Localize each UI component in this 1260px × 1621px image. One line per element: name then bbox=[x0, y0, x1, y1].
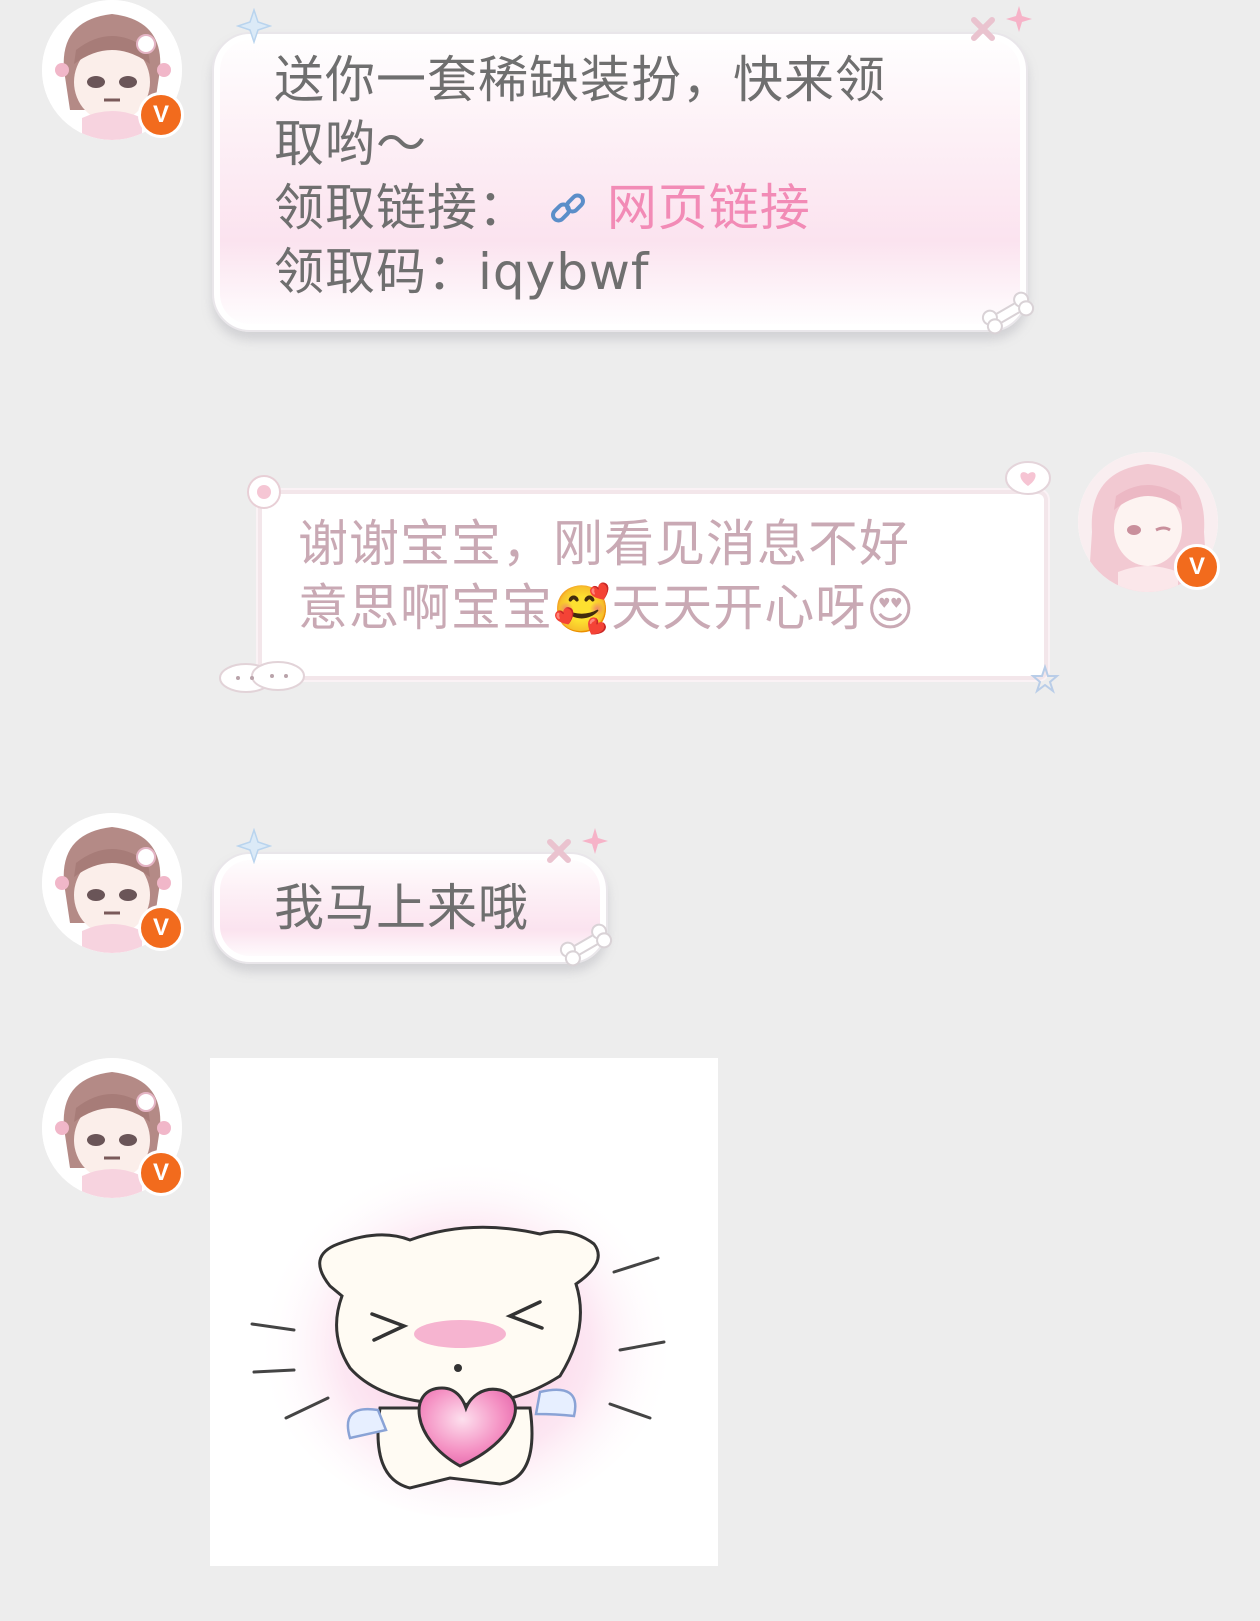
verified-v-badge-icon: V bbox=[1174, 544, 1220, 590]
sticker-message[interactable] bbox=[210, 1058, 718, 1566]
heart-speech-icon bbox=[1005, 461, 1051, 495]
web-link[interactable]: 网页链接 bbox=[607, 179, 811, 237]
verified-v-badge-icon: V bbox=[138, 92, 184, 138]
claim-code-line: 领取码：iqybwf bbox=[274, 243, 650, 301]
bunny-cloud-icon bbox=[219, 661, 305, 693]
message-bubble-reply[interactable]: 谢谢宝宝，刚看见消息不好 意思啊宝宝🥰天天开心呀😍 bbox=[258, 490, 1048, 680]
bone-icon bbox=[559, 923, 613, 967]
star-outline-icon bbox=[1030, 664, 1060, 694]
bone-icon bbox=[981, 291, 1035, 335]
message-bubble-short[interactable]: 我马上来哦 bbox=[212, 852, 608, 964]
verified-v-badge-icon: V bbox=[138, 905, 184, 951]
star-sparkle-icon bbox=[236, 8, 272, 44]
message-text-line: 谢谢宝宝，刚看见消息不好 bbox=[298, 515, 910, 573]
self-avatar[interactable]: V bbox=[1078, 452, 1220, 592]
sender-avatar[interactable]: V bbox=[42, 0, 184, 140]
message-text-line: 取哟～ bbox=[274, 115, 427, 173]
verified-v-badge-icon: V bbox=[138, 1150, 184, 1196]
message-text-line: 意思啊宝宝🥰天天开心呀😍 bbox=[298, 576, 1044, 641]
cross-sparkle-icon bbox=[971, 17, 995, 41]
flower-cloud-icon bbox=[247, 475, 281, 509]
heart-eyes-emoji-icon: 😍 bbox=[866, 582, 916, 636]
smiling-hearts-emoji-icon: 🥰 bbox=[553, 582, 612, 636]
link-line: 领取链接： 网页链接 bbox=[274, 176, 1026, 240]
message-text-segment: 天天开心呀 bbox=[611, 579, 867, 637]
link-chain-icon bbox=[546, 182, 590, 226]
sender-avatar[interactable]: V bbox=[42, 813, 184, 953]
bear-holding-heart-sticker-image bbox=[250, 1138, 676, 1518]
cross-sparkle-icon bbox=[547, 839, 571, 863]
pink-star-icon bbox=[1006, 6, 1032, 32]
message-text-segment: 意思啊宝宝 bbox=[298, 579, 553, 637]
star-sparkle-icon bbox=[236, 828, 272, 864]
pink-star-icon bbox=[582, 828, 608, 854]
link-prefix-label: 领取链接： bbox=[274, 179, 529, 237]
message-text-line: 送你一套稀缺装扮，快来领 bbox=[274, 51, 886, 109]
sender-avatar[interactable]: V bbox=[42, 1058, 184, 1198]
message-bubble-gift[interactable]: 送你一套稀缺装扮，快来领 取哟～ 领取链接： 网页链接 领取码：iqybwf bbox=[212, 32, 1028, 332]
